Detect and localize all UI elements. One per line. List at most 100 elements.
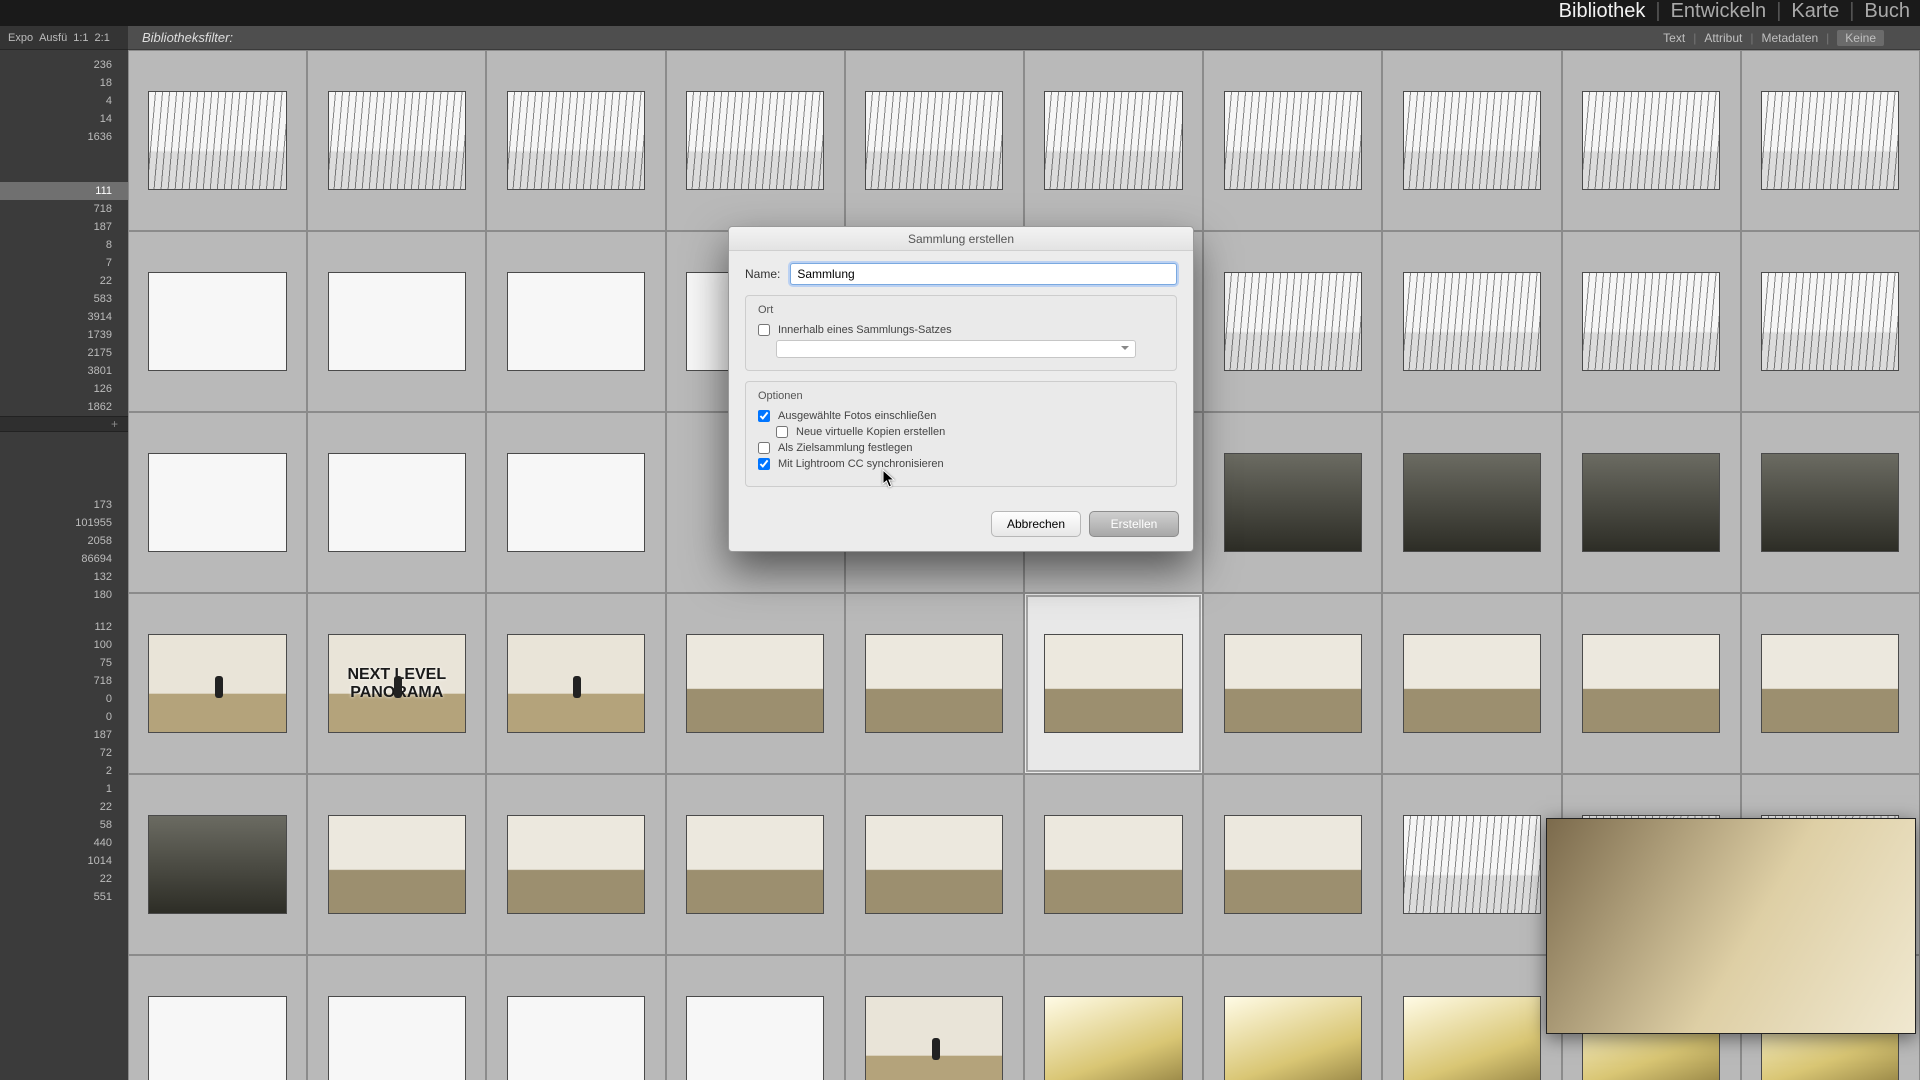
grid-cell[interactable] [1203,774,1382,955]
thumbnail[interactable] [1582,453,1720,551]
grid-cell[interactable] [1024,774,1203,955]
thumbnail[interactable] [1403,815,1541,913]
count-row[interactable]: 173 [0,496,128,514]
thumbnail[interactable] [1044,996,1182,1080]
grid-cell[interactable] [307,231,486,412]
thumbnail[interactable] [1761,453,1899,551]
hdr-expo[interactable]: Expo [8,26,33,49]
grid-cell[interactable] [486,593,665,774]
count-row[interactable]: 7 [0,254,128,272]
grid-cell[interactable] [1203,955,1382,1080]
grid-cell[interactable] [1203,593,1382,774]
thumbnail[interactable] [1403,453,1541,551]
count-row[interactable]: 2175 [0,344,128,362]
thumbnail[interactable] [1761,634,1899,732]
filter-none[interactable]: Keine [1837,30,1884,46]
plus-icon[interactable]: + [111,417,118,431]
grid-cell[interactable] [1024,593,1203,774]
thumbnail[interactable] [507,453,645,551]
grid-cell[interactable] [486,231,665,412]
count-row[interactable]: 132 [0,568,128,586]
count-row[interactable]: 0 [0,708,128,726]
grid-cell[interactable] [1382,412,1561,593]
grid-cell[interactable] [1203,231,1382,412]
module-buch[interactable]: Buch [1864,0,1910,23]
count-row[interactable]: 18 [0,74,128,92]
count-row[interactable]: 1014 [0,852,128,870]
sync-cc-input[interactable] [758,458,770,470]
thumbnail[interactable] [507,815,645,913]
grid-cell[interactable] [128,412,307,593]
hdr-2-1[interactable]: 2:1 [95,26,110,49]
count-row[interactable]: 551 [0,888,128,906]
cancel-button[interactable]: Abbrechen [991,511,1081,537]
thumbnail[interactable] [1224,91,1362,189]
thumbnail[interactable] [1761,272,1899,370]
grid-cell[interactable] [128,593,307,774]
thumbnail[interactable] [1044,815,1182,913]
thumbnail[interactable] [686,634,824,732]
thumbnail[interactable] [328,91,466,189]
count-row[interactable]: 75 [0,654,128,672]
count-row[interactable]: 1636 [0,128,128,146]
thumbnail[interactable] [865,634,1003,732]
count-row[interactable]: 86694 [0,550,128,568]
count-row[interactable]: 8 [0,236,128,254]
grid-cell[interactable] [1203,412,1382,593]
thumbnail[interactable] [1224,996,1362,1080]
grid-cell[interactable] [1382,593,1561,774]
hdr-ausfu[interactable]: Ausfü [39,26,67,49]
grid-cell[interactable] [128,774,307,955]
virtual-copies-input[interactable] [776,426,788,438]
grid-cell[interactable] [1562,412,1741,593]
thumbnail[interactable] [507,272,645,370]
thumbnail[interactable] [1224,815,1362,913]
grid-cell[interactable] [1382,955,1561,1080]
count-row[interactable]: 111 [0,182,128,200]
grid-cell[interactable] [128,955,307,1080]
count-row[interactable]: 583 [0,290,128,308]
count-row[interactable]: 72 [0,744,128,762]
include-selected-input[interactable] [758,410,770,422]
grid-cell[interactable] [1382,231,1561,412]
grid-cell[interactable] [128,50,307,231]
grid-cell[interactable] [307,774,486,955]
thumbnail[interactable] [1224,453,1362,551]
count-row[interactable]: 58 [0,816,128,834]
add-button-bar[interactable]: + [0,416,128,432]
thumbnail[interactable] [1582,272,1720,370]
grid-cell[interactable] [666,50,845,231]
thumbnail[interactable] [865,91,1003,189]
thumbnail[interactable] [328,996,466,1080]
virtual-copies-checkbox[interactable]: Neue virtuelle Kopien erstellen [776,426,1164,438]
thumbnail[interactable] [1403,272,1541,370]
grid-cell[interactable] [307,50,486,231]
count-row[interactable]: 180 [0,586,128,604]
target-collection-input[interactable] [758,442,770,454]
grid-cell[interactable] [1024,955,1203,1080]
thumbnail[interactable] [328,453,466,551]
count-row[interactable]: 4 [0,92,128,110]
grid-cell[interactable] [1382,774,1561,955]
count-row[interactable]: 22 [0,798,128,816]
grid-cell[interactable] [1562,593,1741,774]
grid-cell[interactable] [1562,50,1741,231]
grid-cell[interactable] [845,955,1024,1080]
thumbnail[interactable] [1582,91,1720,189]
count-row[interactable]: 100 [0,636,128,654]
count-row[interactable]: 22 [0,272,128,290]
inside-set-checkbox[interactable]: Innerhalb eines Sammlungs-Satzes [758,324,1164,336]
thumbnail[interactable] [1582,634,1720,732]
target-collection-checkbox[interactable]: Als Zielsammlung festlegen [758,442,1164,454]
count-row[interactable]: 236 [0,56,128,74]
thumbnail[interactable] [1224,634,1362,732]
count-row[interactable]: 2058 [0,532,128,550]
count-row[interactable]: 3801 [0,362,128,380]
thumbnail[interactable] [507,996,645,1080]
count-row[interactable]: 0 [0,690,128,708]
count-row[interactable]: 1739 [0,326,128,344]
grid-cell[interactable] [666,955,845,1080]
module-karte[interactable]: Karte [1791,0,1839,23]
grid-cell[interactable] [486,50,665,231]
grid-cell[interactable] [845,593,1024,774]
